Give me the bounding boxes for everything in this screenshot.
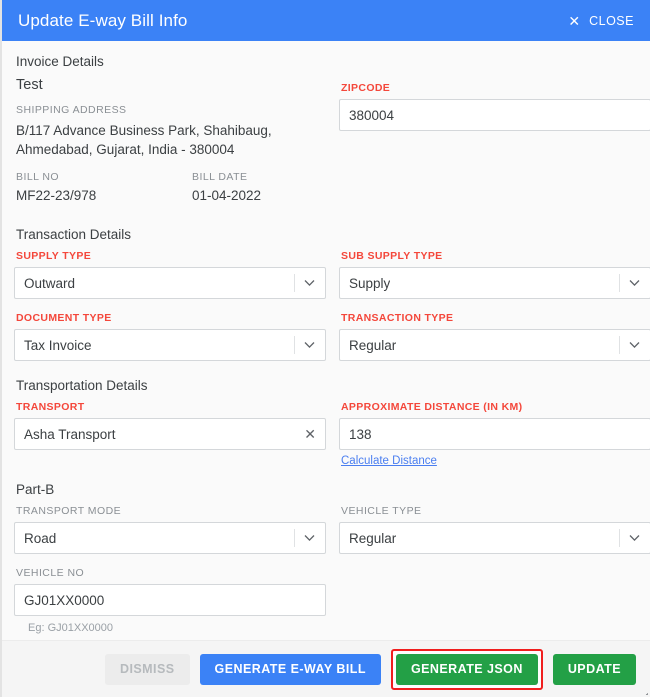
vehicle-type-label: VEHICLE TYPE [341,505,650,517]
sub-supply-type-value: Supply [349,276,390,291]
zipcode-column: ZIPCODE 380004 [339,54,650,205]
transport-input[interactable]: Asha Transport ✕ [14,418,326,450]
generate-eway-bill-button[interactable]: GENERATE E-WAY BILL [200,654,381,685]
invoice-row: Invoice Details Test SHIPPING ADDRESS B/… [14,54,638,205]
transaction-details-heading: Transaction Details [16,227,638,242]
party-name: Test [16,77,326,93]
vehicle-no-value: GJ01XX0000 [24,593,104,608]
shipping-address-value: B/117 Advance Business Park, Shahibaug, … [16,121,326,159]
sub-supply-type-label: SUB SUPPLY TYPE [341,250,650,262]
select-separator [619,274,620,292]
distance-label: APPROXIMATE DISTANCE (IN KM) [341,401,650,413]
chevron-down-icon[interactable] [303,532,316,545]
distance-field: APPROXIMATE DISTANCE (IN KM) 138 Calcula… [339,401,650,469]
transport-field: TRANSPORT Asha Transport ✕ [14,401,326,469]
transport-mode-select[interactable]: Road [14,522,326,554]
part-b-row-2: VEHICLE NO GJ01XX0000 Eg: GJ01XX0000 [14,567,638,634]
transport-value: Asha Transport [24,427,116,442]
sub-supply-type-select[interactable]: Supply [339,267,650,299]
select-separator [294,274,295,292]
bill-no-block: BILL NO MF22-23/978 [14,171,177,205]
transaction-type-value: Regular [349,338,396,353]
chevron-down-icon[interactable] [628,532,641,545]
calculate-distance-link[interactable]: Calculate Distance [341,455,437,467]
vehicle-no-hint: Eg: GJ01XX0000 [28,622,326,634]
clear-icon[interactable]: ✕ [304,427,316,441]
generate-json-button[interactable]: GENERATE JSON [396,654,538,685]
dismiss-button[interactable]: DISMISS [105,654,190,685]
transaction-type-field: TRANSACTION TYPE Regular [339,312,650,361]
bill-date-value: 01-04-2022 [192,188,261,203]
transport-label: TRANSPORT [16,401,326,413]
vehicle-no-label: VEHICLE NO [16,567,326,579]
chevron-down-icon[interactable] [303,277,316,290]
vehicle-type-field: VEHICLE TYPE Regular [339,505,650,554]
supply-type-label: SUPPLY TYPE [16,250,326,262]
distance-value: 138 [349,427,372,442]
transaction-row-1: SUPPLY TYPE Outward SUB SUPPLY TYPE Supp… [14,250,638,299]
part-b-heading: Part-B [16,482,638,497]
distance-input[interactable]: 138 [339,418,650,450]
close-button-label: CLOSE [589,14,634,28]
transaction-type-select[interactable]: Regular [339,329,650,361]
select-separator [294,529,295,547]
sub-supply-type-field: SUB SUPPLY TYPE Supply [339,250,650,299]
document-type-field: DOCUMENT TYPE Tax Invoice [14,312,326,361]
select-separator [294,336,295,354]
transaction-row-2: DOCUMENT TYPE Tax Invoice TRANSACTION TY… [14,312,638,361]
vehicle-type-select[interactable]: Regular [339,522,650,554]
supply-type-select[interactable]: Outward [14,267,326,299]
resize-handle-icon[interactable] [637,684,648,695]
vehicle-no-field: VEHICLE NO GJ01XX0000 Eg: GJ01XX0000 [14,567,326,634]
transportation-row: TRANSPORT Asha Transport ✕ APPROXIMATE D… [14,401,638,469]
chevron-down-icon[interactable] [303,339,316,352]
zipcode-input[interactable]: 380004 [339,99,650,131]
select-separator [619,336,620,354]
select-separator [619,529,620,547]
dialog-footer: DISMISS GENERATE E-WAY BILL GENERATE JSO… [2,640,650,697]
close-icon: ✕ [568,14,580,28]
transport-mode-field: TRANSPORT MODE Road [14,505,326,554]
vehicle-no-input[interactable]: GJ01XX0000 [14,584,326,616]
chevron-down-icon[interactable] [628,277,641,290]
invoice-details-column: Invoice Details Test SHIPPING ADDRESS B/… [14,54,326,205]
zipcode-value: 380004 [349,108,394,123]
bill-no-label: BILL NO [16,171,177,183]
dialog-header: Update E-way Bill Info ✕ CLOSE [2,0,650,41]
transport-mode-label: TRANSPORT MODE [16,505,326,517]
invoice-details-heading: Invoice Details [16,54,326,69]
shipping-address-label: SHIPPING ADDRESS [16,104,326,116]
bill-info-row: BILL NO MF22-23/978 BILL DATE 01-04-2022 [14,171,326,205]
document-type-select[interactable]: Tax Invoice [14,329,326,361]
update-button[interactable]: UPDATE [553,654,636,685]
document-type-label: DOCUMENT TYPE [16,312,326,324]
dialog-title: Update E-way Bill Info [18,11,187,31]
transportation-details-heading: Transportation Details [16,378,638,393]
close-button[interactable]: ✕ CLOSE [566,11,636,31]
part-b-spacer [339,567,650,634]
chevron-down-icon[interactable] [628,339,641,352]
update-eway-bill-dialog: Update E-way Bill Info ✕ CLOSE Invoice D… [0,0,650,697]
document-type-value: Tax Invoice [24,338,92,353]
bill-date-block: BILL DATE 01-04-2022 [190,171,261,205]
transport-mode-value: Road [24,531,56,546]
bill-date-label: BILL DATE [192,171,261,183]
transaction-type-label: TRANSACTION TYPE [341,312,650,324]
dialog-body: Invoice Details Test SHIPPING ADDRESS B/… [2,41,650,640]
supply-type-field: SUPPLY TYPE Outward [14,250,326,299]
zipcode-label: ZIPCODE [341,82,650,94]
supply-type-value: Outward [24,276,75,291]
part-b-row-1: TRANSPORT MODE Road VEHICLE TYPE Regular [14,505,638,554]
generate-json-highlight: GENERATE JSON [391,649,543,690]
bill-no-value: MF22-23/978 [16,188,177,203]
vehicle-type-value: Regular [349,531,396,546]
